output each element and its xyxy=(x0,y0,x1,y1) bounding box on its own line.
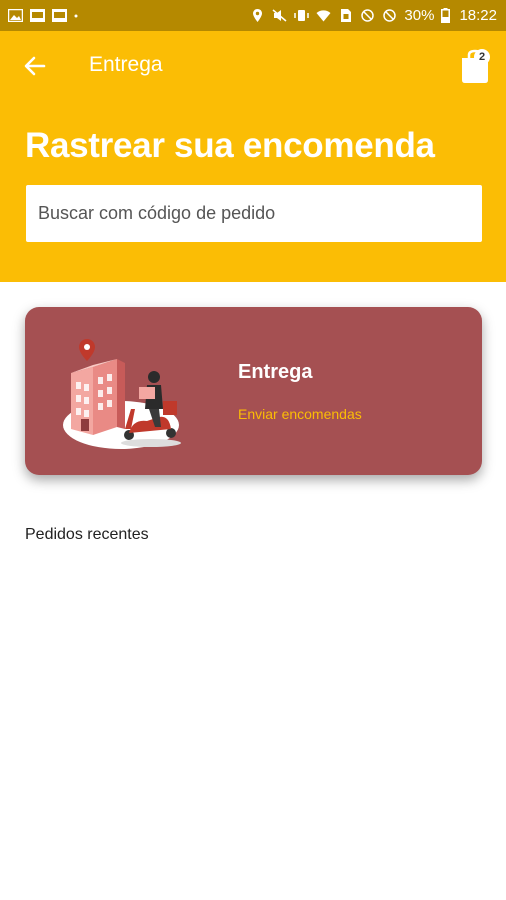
delivery-card[interactable]: Entrega Enviar encomendas xyxy=(25,307,482,475)
arrow-left-icon xyxy=(24,56,46,76)
location-icon xyxy=(253,9,263,22)
image-notification-icon xyxy=(8,9,23,22)
order-code-search-input[interactable] xyxy=(26,185,482,242)
vibrate-icon xyxy=(294,10,310,21)
cart-button[interactable]: 2 xyxy=(458,48,494,84)
mute-icon xyxy=(272,9,287,22)
gallery-notification-icon-2 xyxy=(52,9,67,22)
page-title: Rastrear sua encomenda xyxy=(25,126,435,165)
header: Entrega 2 Rastrear sua encomenda xyxy=(0,31,506,282)
no-signal-icon-2 xyxy=(383,9,397,22)
delivery-illustration xyxy=(63,339,181,449)
back-button[interactable] xyxy=(22,53,48,79)
status-bar: 30% 18:22 xyxy=(0,0,506,31)
delivery-card-title: Entrega xyxy=(238,361,313,383)
status-left xyxy=(8,9,78,22)
dot-icon xyxy=(74,14,78,17)
delivery-card-subtitle: Enviar encomendas xyxy=(238,406,362,422)
status-time: 18:22 xyxy=(459,7,497,24)
battery-icon xyxy=(441,8,451,23)
sim-icon xyxy=(341,9,352,22)
recent-orders-label: Pedidos recentes xyxy=(25,526,149,543)
gallery-notification-icon xyxy=(30,9,45,22)
no-signal-icon xyxy=(361,9,375,22)
status-right: 30% 18:22 xyxy=(250,7,497,24)
battery-percent: 30% xyxy=(404,7,435,24)
cart-count-badge: 2 xyxy=(474,49,490,65)
toolbar-title: Entrega xyxy=(89,53,163,76)
wifi-icon xyxy=(316,10,331,22)
